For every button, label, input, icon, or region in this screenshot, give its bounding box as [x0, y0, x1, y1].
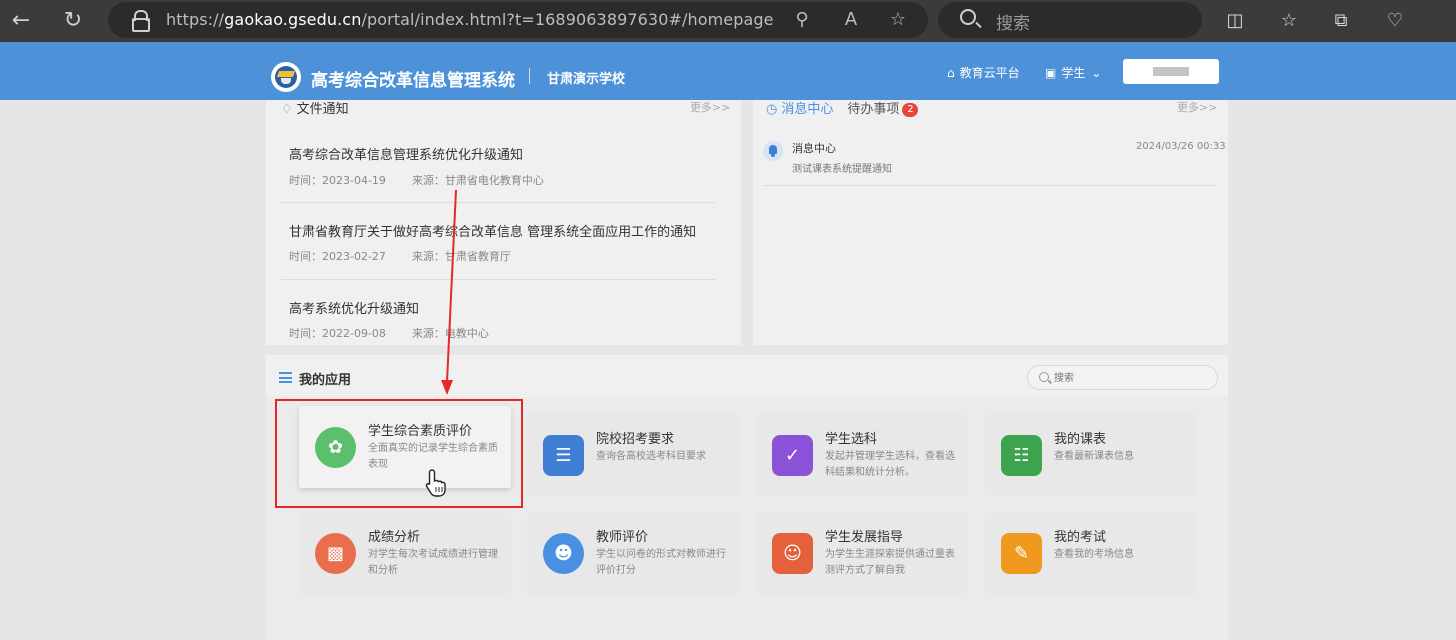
split-screen-icon[interactable]: ◫	[1220, 6, 1250, 36]
app-card-desc: 查看我的考场信息	[1054, 549, 1134, 560]
app-card-my-exam[interactable]: ✎ 我的考试 查看我的考场信息	[985, 512, 1197, 594]
notice-item-title[interactable]: 高考系统优化升级通知	[289, 298, 419, 317]
browser-search-box[interactable]: 搜索	[938, 2, 1202, 38]
app-search-box[interactable]	[1027, 365, 1218, 390]
divider	[281, 202, 715, 203]
book-icon: ☷	[1001, 435, 1042, 476]
app-card-title: 学生发展指导	[825, 530, 904, 545]
tab-todo[interactable]: 待办事项	[847, 102, 899, 117]
app-search-input[interactable]	[1054, 370, 1204, 386]
apps-title: 我的应用	[299, 373, 352, 388]
document-search-icon: ☰	[543, 435, 584, 476]
app-card-title: 教师评价	[596, 530, 649, 545]
id-card-icon: ▣	[1045, 66, 1057, 80]
notice-item-meta: 时间：2023-04-19 来源：甘肃省电化教育中心	[289, 174, 544, 187]
notice-item-title[interactable]: 甘肃省教育厅关于做好高考综合改革信息 管理系统全面应用工作的通知	[289, 221, 696, 240]
divider	[763, 185, 1217, 186]
browser-search-placeholder: 搜索	[996, 14, 1030, 34]
app-card-score-analysis[interactable]: ▩ 成绩分析 对学生每次考试成绩进行管理和分析	[299, 512, 511, 594]
todo-badge: 2	[902, 103, 919, 117]
app-card-teacher-evaluation[interactable]: ☻ 教师评价 学生以问卷的形式对教师进行评价打分	[527, 512, 739, 594]
app-card-title: 成绩分析	[368, 530, 421, 545]
app-card-desc: 学生以问卷的形式对教师进行评价打分	[596, 549, 726, 576]
lock-icon[interactable]	[132, 10, 150, 32]
message-title[interactable]: 消息中心	[792, 140, 836, 156]
app-card-subject-selection[interactable]: ✓ 学生选科 发起并管理学生选科，查看选科结果和统计分析。	[756, 414, 968, 496]
hand-cursor-icon	[425, 469, 446, 497]
site-title: 高考综合改革信息管理系统	[311, 71, 515, 91]
user-name-box[interactable]	[1123, 59, 1219, 84]
notices-header: ♢ 文件通知	[281, 98, 349, 117]
app-card-desc: 查询各高校选考科目要求	[596, 451, 706, 462]
message-body: 测试课表系统提醒通知	[792, 164, 892, 175]
read-aloud-icon[interactable]: A	[839, 8, 863, 32]
messages-tabs: ◷ 消息中心 待办事项 2	[766, 98, 919, 117]
bell-outline-icon: ♢	[281, 102, 293, 117]
app-card-title: 我的考试	[1054, 530, 1107, 545]
app-card-desc: 为学生生涯探索提供通过量表测评方式了解自我	[825, 549, 955, 576]
annotation-arrow	[441, 190, 457, 395]
search-icon	[960, 9, 976, 25]
cloud-platform-label: 教育云平台	[959, 66, 1020, 80]
notice-item-meta: 时间：2023-02-27 来源：甘肃省教育厅	[289, 250, 511, 263]
browser-essentials-icon[interactable]: ♡	[1380, 6, 1410, 36]
site-header	[0, 42, 1456, 100]
browser-toolbar: ← ↻ https://gaokao.gsedu.cn/portal/index…	[0, 0, 1456, 42]
chevron-down-icon: ⌄	[1091, 66, 1102, 80]
app-card-title: 院校招考要求	[596, 432, 675, 447]
back-icon[interactable]: ←	[6, 6, 36, 36]
teacher-icon: ☻	[543, 533, 584, 574]
divider	[281, 279, 715, 280]
role-label: 学生	[1061, 66, 1086, 80]
address-bar[interactable]: https://gaokao.gsedu.cn/portal/index.htm…	[108, 2, 928, 38]
exam-paper-icon: ✎	[1001, 533, 1042, 574]
home-icon: ⌂	[947, 66, 955, 80]
app-card-desc: 发起并管理学生选科，查看选科结果和统计分析。	[825, 451, 955, 478]
clock-icon: ◷	[766, 102, 778, 117]
app-card-admission-requirements[interactable]: ☰ 院校招考要求 查询各高校选考科目要求	[527, 414, 739, 496]
menu-icon	[279, 372, 292, 383]
search-icon	[1039, 372, 1049, 382]
favorite-star-icon[interactable]: ☆	[886, 8, 910, 32]
logo-icon	[271, 62, 301, 92]
refresh-icon[interactable]: ↻	[58, 6, 88, 36]
tab-message-center[interactable]: 消息中心	[781, 102, 833, 117]
bar-chart-icon: ▩	[315, 533, 356, 574]
notice-item-meta: 时间：2022-09-08 来源：电教中心	[289, 327, 489, 340]
zoom-icon[interactable]: ⚲	[790, 8, 814, 32]
app-card-desc: 对学生每次考试成绩进行管理和分析	[368, 549, 498, 576]
notices-title: 文件通知	[296, 102, 349, 117]
messages-panel	[753, 100, 1228, 345]
notice-item-title[interactable]: 高考综合改革信息管理系统优化升级通知	[289, 144, 523, 163]
messages-more-link[interactable]: 更多>>	[1177, 99, 1217, 115]
app-card-desc: 查看最新课表信息	[1054, 451, 1134, 462]
app-card-title: 我的课表	[1054, 432, 1107, 447]
bell-icon	[763, 141, 783, 161]
url-text[interactable]: https://gaokao.gsedu.cn/portal/index.htm…	[166, 10, 774, 29]
role-dropdown[interactable]: ▣ 学生 ⌄	[1045, 64, 1101, 81]
app-card-development-guidance[interactable]: ☺ 学生发展指导 为学生生涯探索提供通过量表测评方式了解自我	[756, 512, 968, 594]
title-divider	[529, 68, 530, 84]
monitor-check-icon: ✓	[772, 435, 813, 476]
highlight-box	[275, 399, 523, 508]
app-card-title: 学生选科	[825, 432, 878, 447]
app-card-my-timetable[interactable]: ☷ 我的课表 查看最新课表信息	[985, 414, 1197, 496]
notices-more-link[interactable]: 更多>>	[690, 99, 730, 115]
cloud-platform-link[interactable]: ⌂ 教育云平台	[947, 64, 1020, 81]
reading-person-icon: ☺	[772, 533, 813, 574]
collections-icon[interactable]: ⧉	[1326, 6, 1356, 36]
favorites-icon[interactable]: ☆	[1274, 6, 1304, 36]
message-time: 2024/03/26 00:33	[1136, 141, 1226, 152]
school-name: 甘肃演示学校	[547, 72, 626, 87]
